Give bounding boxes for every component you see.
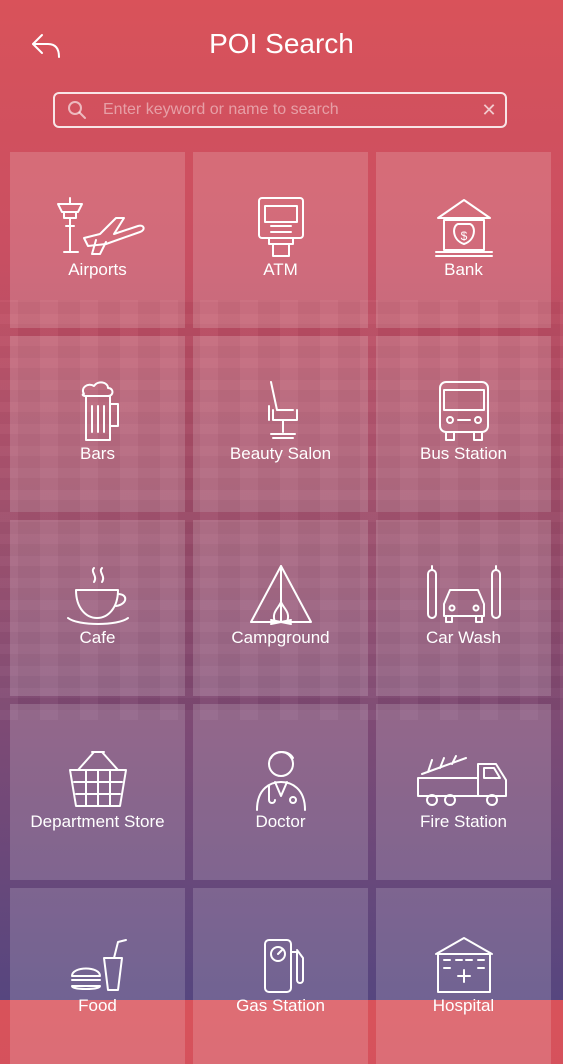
tile-label: Hospital bbox=[432, 996, 495, 1015]
search-icon bbox=[68, 101, 86, 119]
salon-chair-icon bbox=[267, 381, 298, 439]
beer-icon bbox=[81, 381, 119, 441]
search-bar: ✕ bbox=[53, 92, 507, 128]
poi-tile-cafe[interactable]: Cafe bbox=[10, 520, 185, 696]
poi-tile-food[interactable]: Food bbox=[10, 888, 185, 1064]
tile-label: Doctor bbox=[255, 812, 306, 831]
tile-label: Car Wash bbox=[426, 628, 501, 647]
poi-tile-bank[interactable]: $ Bank bbox=[376, 152, 551, 328]
tile-label: Cafe bbox=[79, 628, 116, 647]
tile-label: Bus Station bbox=[420, 444, 507, 463]
bank-icon: $ bbox=[434, 199, 493, 257]
bus-icon bbox=[438, 381, 489, 441]
poi-grid: Airports ATM $ Bank Bars Beauty Salon Bu… bbox=[10, 152, 551, 1064]
tile-label: Fire Station bbox=[420, 812, 507, 831]
fast-food-icon bbox=[70, 939, 127, 991]
poi-tile-airports[interactable]: Airports bbox=[10, 152, 185, 328]
poi-tile-beauty-salon[interactable]: Beauty Salon bbox=[193, 336, 368, 512]
atm-icon bbox=[257, 197, 304, 257]
doctor-icon bbox=[255, 751, 306, 811]
poi-tile-bus-station[interactable]: Bus Station bbox=[376, 336, 551, 512]
tile-label: Beauty Salon bbox=[229, 444, 332, 463]
poi-tile-gas-station[interactable]: Gas Station bbox=[193, 888, 368, 1064]
coffee-cup-icon bbox=[66, 567, 129, 625]
hospital-icon bbox=[434, 937, 493, 993]
clear-search-button[interactable]: ✕ bbox=[473, 100, 505, 121]
poi-tile-atm[interactable]: ATM bbox=[193, 152, 368, 328]
tent-icon bbox=[249, 565, 312, 625]
tile-label: Gas Station bbox=[236, 996, 325, 1015]
svg-text:$: $ bbox=[460, 229, 467, 243]
header: POI Search bbox=[0, 0, 563, 90]
search-input[interactable] bbox=[101, 100, 473, 120]
poi-tile-car-wash[interactable]: Car Wash bbox=[376, 520, 551, 696]
tile-label: Airports bbox=[68, 260, 127, 279]
tile-label: Campground bbox=[231, 628, 330, 647]
tile-label: Department Store bbox=[30, 812, 165, 831]
page-title: POI Search bbox=[209, 28, 354, 59]
fuel-pump-icon bbox=[263, 939, 304, 993]
tile-label: Food bbox=[78, 996, 117, 1015]
poi-tile-department-store[interactable]: Department Store bbox=[10, 704, 185, 880]
tile-label: Bars bbox=[80, 444, 115, 463]
airport-icon bbox=[56, 197, 145, 255]
poi-tile-campground[interactable]: Campground bbox=[193, 520, 368, 696]
poi-tile-doctor[interactable]: Doctor bbox=[193, 704, 368, 880]
tile-label: Bank bbox=[444, 260, 483, 279]
car-wash-icon bbox=[426, 565, 501, 623]
fire-truck-icon bbox=[416, 755, 507, 806]
poi-tile-fire-station[interactable]: Fire Station bbox=[376, 704, 551, 880]
basket-icon bbox=[68, 751, 127, 807]
poi-tile-bars[interactable]: Bars bbox=[10, 336, 185, 512]
tile-label: ATM bbox=[263, 260, 298, 279]
poi-tile-hospital[interactable]: Hospital bbox=[376, 888, 551, 1064]
